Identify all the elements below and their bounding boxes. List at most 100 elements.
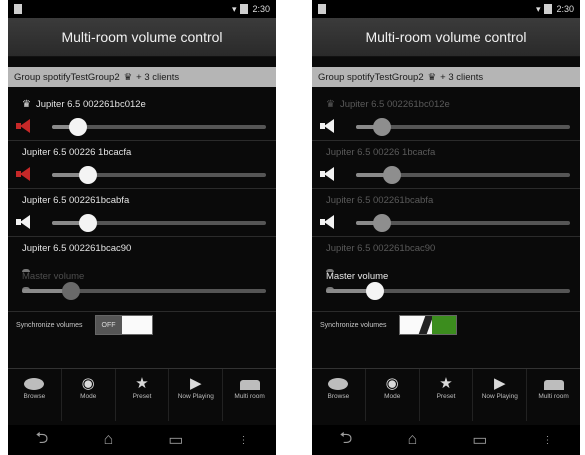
status-bar: ▾ 2:30 (8, 0, 276, 18)
android-nav-bar: ⮌ ⌂ ▭ ⋮ (8, 425, 276, 455)
sync-volumes-label: Synchronize volumes (320, 321, 387, 329)
sync-volumes-row: Synchronize volumes (312, 312, 580, 338)
sync-volumes-toggle[interactable]: OFF (94, 315, 153, 335)
master-volume: Master volume (8, 271, 276, 305)
client-volume-slider[interactable] (356, 118, 570, 136)
star-icon: ★ (439, 375, 453, 392)
client-name: Jupiter 6.5 002261bcac90 (22, 243, 132, 254)
master-volume-label: Master volume (22, 271, 85, 282)
group-clients-count: + 3 clients (136, 71, 180, 83)
nav-now-playing[interactable]: ▶ Now Playing (473, 369, 528, 421)
nav-multi-room[interactable]: Multi room (223, 369, 276, 421)
status-bar: ▾ 2:30 (312, 0, 580, 18)
client-row: Jupiter 6.5 002261bcabfa (8, 189, 276, 237)
play-icon: ▶ (494, 375, 506, 392)
client-volume-slider[interactable] (52, 118, 266, 136)
sync-volumes-row: Synchronize volumes OFF (8, 312, 276, 338)
slider-thumb[interactable] (79, 166, 98, 184)
partial-controls (22, 259, 82, 290)
sofa-icon (543, 380, 564, 390)
crown-icon: ♛ (123, 71, 133, 83)
nav-preset[interactable]: ★ Preset (420, 369, 474, 421)
sync-volumes-toggle[interactable] (398, 315, 457, 335)
speaker-icon[interactable] (320, 119, 336, 133)
client-volume-slider[interactable] (356, 214, 570, 232)
master-volume-label: Master volume (326, 271, 389, 282)
client-name: Jupiter 6.5 002261bcabfa (326, 195, 434, 206)
client-row: ♛ Jupiter 6.5 002261bc012e (312, 93, 580, 141)
overflow-menu-icon[interactable]: ⋮ (542, 435, 552, 446)
mode-icon: ◉ (385, 375, 399, 392)
status-time: 2:30 (252, 4, 270, 14)
speaker-muted-icon[interactable] (16, 119, 32, 133)
bottom-nav: Browse ◉ Mode ★ Preset ▶ Now Playing Mul… (8, 368, 276, 421)
battery-icon (544, 4, 553, 14)
back-icon[interactable]: ⮌ (340, 427, 353, 454)
master-volume-slider[interactable] (22, 282, 266, 300)
sync-volumes-label: Synchronize volumes (16, 321, 83, 329)
client-row: Jupiter 6.5 002261bcac90 (312, 237, 580, 290)
nav-browse[interactable]: Browse (312, 369, 366, 421)
wifi-icon: ▾ (535, 3, 541, 14)
master-volume-slider[interactable] (326, 282, 570, 300)
slider-thumb[interactable] (372, 118, 391, 136)
cloud-icon (24, 378, 45, 390)
speaker-icon[interactable] (320, 167, 336, 181)
client-row: Jupiter 6.5 00226 1bcacfa (312, 141, 580, 189)
status-time: 2:30 (556, 4, 574, 14)
client-volume-slider[interactable] (356, 166, 570, 184)
phone-screen-right: ▾ 2:30 Multi-room volume control Group s… (312, 0, 580, 455)
speaker-icon[interactable] (320, 215, 336, 229)
client-name: Jupiter 6.5 00226 1bcacfa (22, 147, 132, 158)
client-row: Jupiter 6.5 00226 1bcacfa (8, 141, 276, 189)
bottom-nav: Browse ◉ Mode ★ Preset ▶ Now Playing Mul… (312, 368, 580, 421)
nav-mode[interactable]: ◉ Mode (366, 369, 420, 421)
group-name: Group spotifyTestGroup2 (14, 71, 120, 83)
group-clients-count: + 3 clients (440, 71, 484, 83)
android-nav-bar: ⮌ ⌂ ▭ ⋮ (312, 425, 580, 455)
nav-multi-room[interactable]: Multi room (527, 369, 580, 421)
client-name: Jupiter 6.5 002261bc012e (339, 99, 450, 110)
nav-now-playing[interactable]: ▶ Now Playing (169, 369, 224, 421)
nav-preset[interactable]: ★ Preset (116, 369, 170, 421)
slider-thumb[interactable] (61, 282, 80, 300)
client-name: Jupiter 6.5 002261bcac90 (326, 243, 436, 254)
play-icon: ▶ (190, 375, 202, 392)
group-header[interactable]: Group spotifyTestGroup2 ♛ + 3 clients (312, 67, 580, 87)
recents-icon[interactable]: ▭ (168, 430, 183, 450)
speaker-muted-icon[interactable] (16, 167, 32, 181)
notification-icon (14, 4, 22, 14)
client-row: Jupiter 6.5 002261bcac90 (8, 237, 276, 290)
back-icon[interactable]: ⮌ (36, 427, 49, 454)
wifi-icon: ▾ (231, 3, 237, 14)
cloud-icon (328, 378, 349, 390)
battery-icon (240, 4, 249, 14)
home-icon[interactable]: ⌂ (407, 431, 417, 449)
nav-browse[interactable]: Browse (8, 369, 62, 421)
page-title: Multi-room volume control (312, 18, 580, 57)
recents-icon[interactable]: ▭ (472, 430, 487, 450)
sofa-icon (239, 380, 260, 390)
page-title: Multi-room volume control (8, 18, 276, 57)
slider-thumb[interactable] (372, 214, 391, 232)
crown-icon: ♛ (326, 99, 335, 110)
slider-thumb[interactable] (79, 214, 98, 232)
group-header[interactable]: Group spotifyTestGroup2 ♛ + 3 clients (8, 67, 276, 87)
home-icon[interactable]: ⌂ (103, 431, 113, 449)
client-name: Jupiter 6.5 002261bc012e (35, 99, 146, 110)
slider-thumb[interactable] (365, 282, 384, 300)
client-name: Jupiter 6.5 00226 1bcacfa (326, 147, 436, 158)
speaker-icon[interactable] (16, 215, 32, 229)
slider-thumb[interactable] (68, 118, 87, 136)
notification-icon (318, 4, 326, 14)
overflow-menu-icon[interactable]: ⋮ (238, 435, 248, 446)
client-volume-slider[interactable] (52, 166, 266, 184)
client-row: ♛ Jupiter 6.5 002261bc012e (8, 93, 276, 141)
mode-icon: ◉ (81, 375, 95, 392)
client-volume-slider[interactable] (52, 214, 266, 232)
crown-icon: ♛ (22, 99, 31, 110)
slider-thumb[interactable] (383, 166, 402, 184)
phone-screen-left: ▾ 2:30 Multi-room volume control Group s… (8, 0, 276, 455)
group-name: Group spotifyTestGroup2 (318, 71, 424, 83)
nav-mode[interactable]: ◉ Mode (62, 369, 116, 421)
